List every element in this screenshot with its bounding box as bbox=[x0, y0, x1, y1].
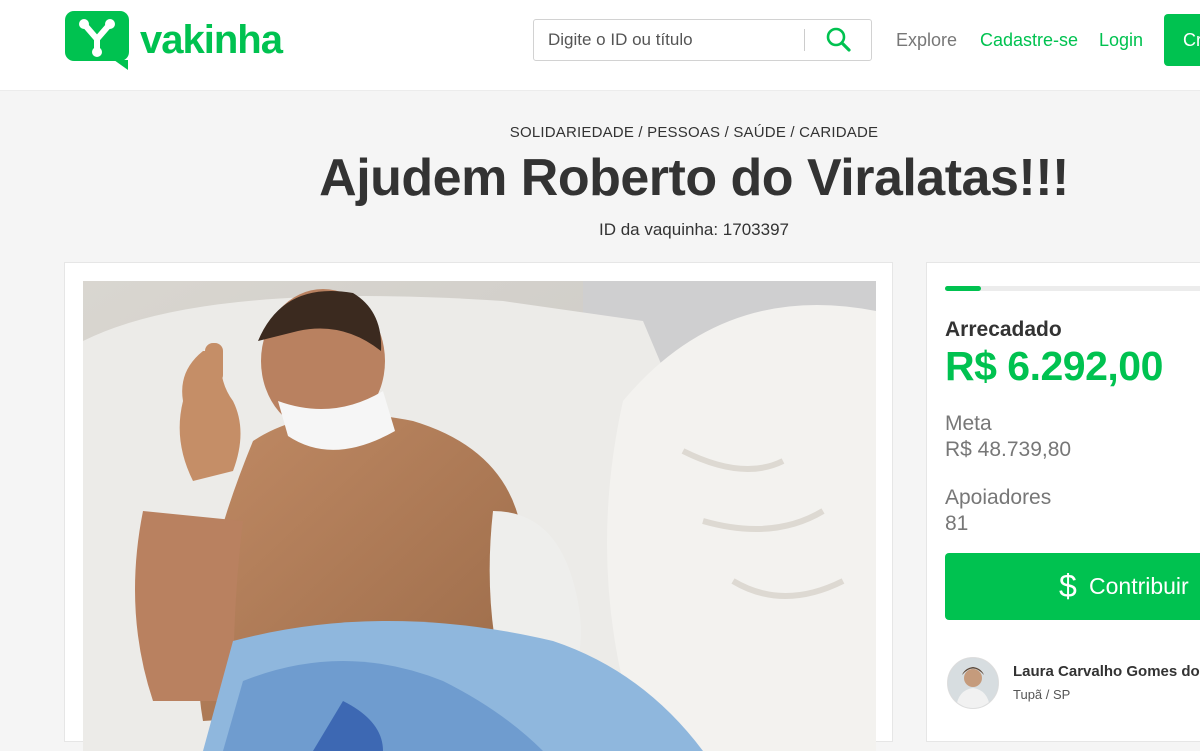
create-campaign-button[interactable]: Cr bbox=[1164, 14, 1200, 66]
donor-avatar-image bbox=[948, 658, 998, 708]
donor-location: Tupã / SP bbox=[1013, 687, 1071, 702]
logo[interactable]: vakinha bbox=[64, 10, 283, 70]
page-title: Ajudem Roberto do Viralatas!!! bbox=[319, 149, 1069, 207]
campaign-photo-image bbox=[83, 281, 876, 751]
contribute-label: Contribuir bbox=[1089, 573, 1189, 599]
campaign-id: ID da vaquinha: 1703397 bbox=[599, 220, 789, 239]
search-divider bbox=[804, 29, 805, 51]
search-box bbox=[533, 19, 872, 61]
logo-text: vakinha bbox=[140, 18, 283, 62]
nav-explore-link[interactable]: Explore bbox=[896, 30, 957, 51]
nav-signup-link[interactable]: Cadastre-se bbox=[980, 30, 1078, 51]
site-header: vakinha Explore Cadastre-se Login Cr bbox=[0, 0, 1200, 91]
search-input[interactable] bbox=[534, 20, 804, 60]
search-button[interactable] bbox=[814, 24, 864, 56]
progress-bar bbox=[945, 286, 1200, 291]
backers-label: Apoiadores bbox=[945, 486, 1052, 509]
category-breadcrumb: SOLIDARIEDADE / PESSOAS / SAÚDE / CARIDA… bbox=[509, 124, 879, 141]
vakinha-logo-icon bbox=[65, 11, 129, 70]
donor-name[interactable]: Laura Carvalho Gomes dos bbox=[1013, 663, 1200, 680]
goal-label: Meta bbox=[945, 412, 992, 435]
progress-fill bbox=[945, 286, 982, 291]
backers-value: 81 bbox=[945, 512, 969, 535]
goal-value: R$ 48.739,80 bbox=[945, 438, 1072, 461]
contribute-button[interactable]: $ Contribuir bbox=[945, 553, 1200, 620]
avatar[interactable] bbox=[947, 657, 999, 709]
search-icon bbox=[826, 27, 851, 52]
nav-login-link[interactable]: Login bbox=[1099, 30, 1143, 51]
campaign-photo[interactable] bbox=[83, 281, 876, 751]
stats-card: Arrecadado R$ 6.292,00 Meta R$ 48.739,80… bbox=[926, 262, 1200, 742]
dollar-icon: $ bbox=[1059, 568, 1077, 604]
raised-value: R$ 6.292,00 bbox=[945, 343, 1163, 389]
raised-label: Arrecadado bbox=[945, 318, 1062, 341]
photo-card bbox=[64, 262, 893, 751]
